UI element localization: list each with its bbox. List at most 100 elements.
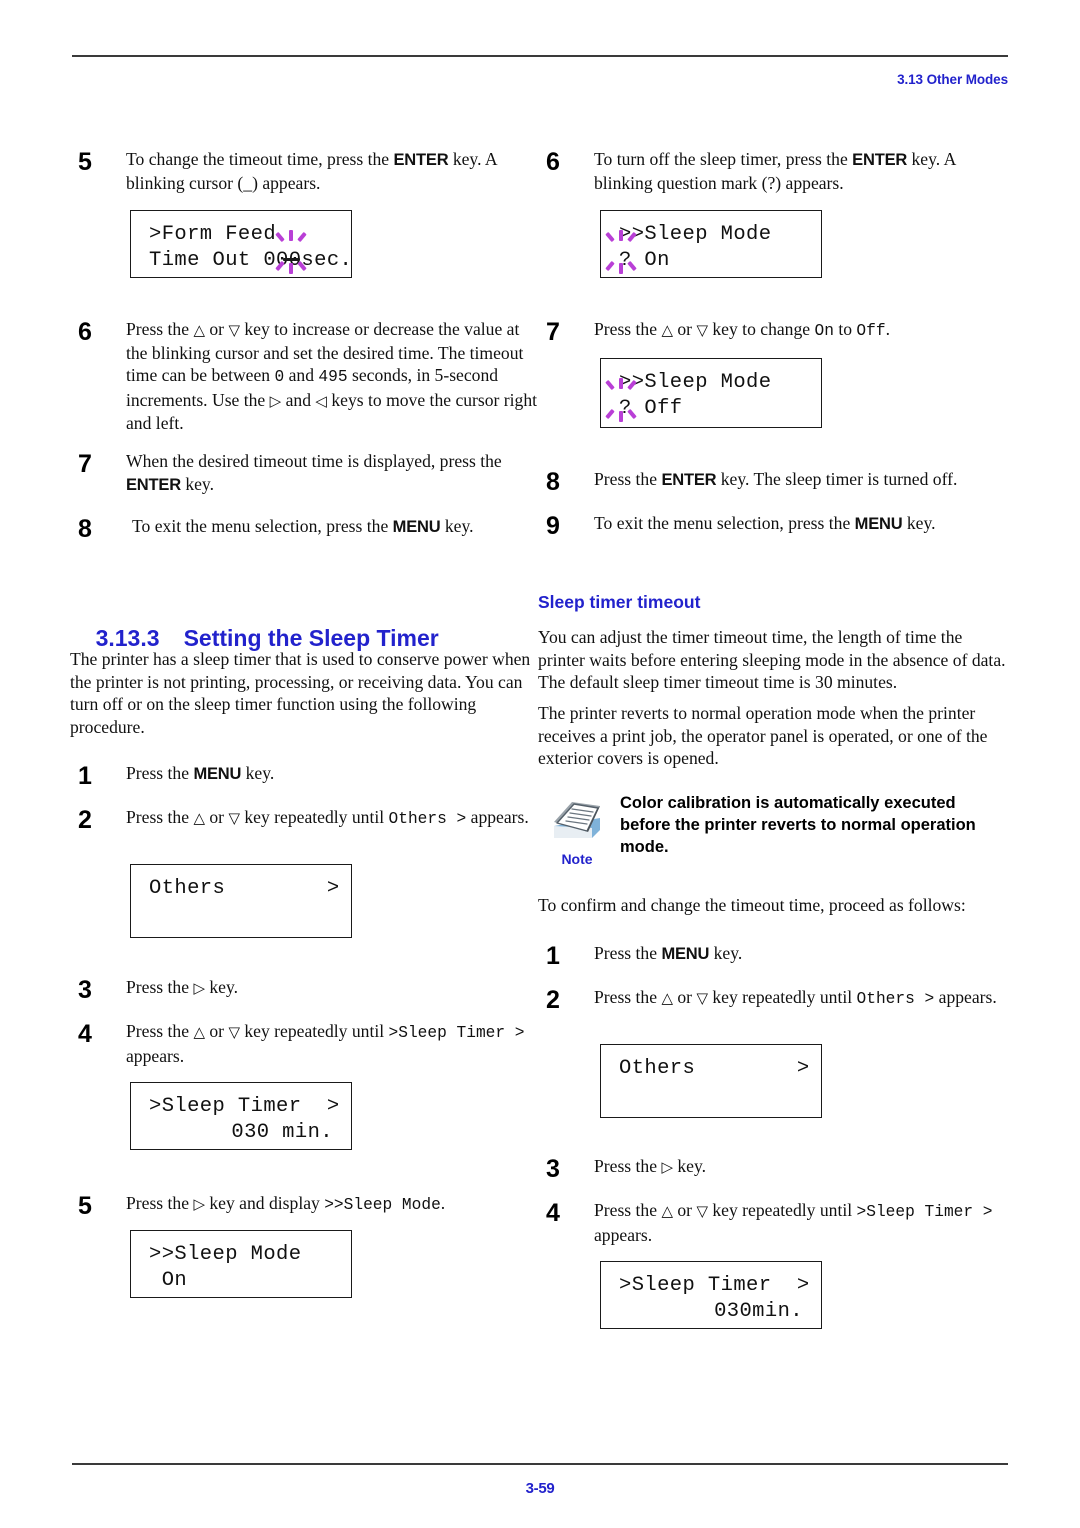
step-text-part: To turn off the sleep timer, press the xyxy=(594,149,853,169)
triangle-up-icon: △ xyxy=(661,989,673,1007)
triangle-down-icon: ▽ xyxy=(696,321,708,339)
step-text-part: Press the xyxy=(594,987,662,1007)
step-r-p1: 1 Press the MENU key. xyxy=(538,942,1008,969)
step-text-part: or xyxy=(672,987,697,1007)
step-text-part: To exit the menu selection, press the xyxy=(594,513,855,533)
page-number: 3-59 xyxy=(525,1480,555,1497)
step-text-part: Press the xyxy=(126,807,194,827)
step-r7: 7 Press the △ or ▽ key to change On to O… xyxy=(538,318,1008,345)
key-label-enter: ENTER xyxy=(393,151,449,169)
step-text-part: and xyxy=(284,365,319,385)
step-number: 3 xyxy=(546,1155,560,1183)
step-number: 7 xyxy=(78,450,92,478)
step-text-part: . xyxy=(440,1193,446,1213)
lcd-line-2: 030min. xyxy=(601,1299,821,1325)
step-l-p4: 4 Press the △ or ▽ key repeatedly until … xyxy=(70,1020,540,1067)
step-text: Press the ▷ key. xyxy=(126,976,540,1000)
step-text-part: Press the xyxy=(126,319,194,339)
step-text-part: key. xyxy=(241,763,275,783)
step-text: Press the △ or ▽ key repeatedly until Ot… xyxy=(126,806,540,831)
step-text-part: appears. xyxy=(126,1045,185,1066)
lcd-line-2: On xyxy=(149,1269,188,1292)
lcd-display-sleep-timer-right: >Sleep Timer > 030min. xyxy=(600,1261,822,1329)
menu-token: >Sleep Timer > xyxy=(856,1203,993,1221)
key-label-menu: MENU xyxy=(661,945,710,963)
step-r8: 8 Press the ENTER key. The sleep timer i… xyxy=(538,468,1008,496)
step-number: 8 xyxy=(546,468,560,496)
intro-paragraph: The printer has a sleep timer that is us… xyxy=(70,649,531,737)
step-text: Press the △ or ▽ key repeatedly until Ot… xyxy=(594,986,1008,1011)
triangle-right-icon: ▷ xyxy=(269,391,282,410)
lcd-line-1: >Sleep Timer > xyxy=(619,1274,810,1297)
step-text-part: Press the xyxy=(594,319,662,339)
triangle-down-icon: ▽ xyxy=(228,809,240,827)
note-label: Note xyxy=(561,851,593,867)
triangle-left-icon: ◁ xyxy=(315,391,327,410)
lcd-line-2: ? Off xyxy=(619,397,683,420)
lcd-line-2-value: 030min. xyxy=(714,1300,803,1323)
step-text-part: key. xyxy=(204,977,239,997)
triangle-up-icon: △ xyxy=(193,321,205,339)
step-text-part: key. The sleep timer is turned off. xyxy=(716,469,958,489)
header-rule xyxy=(72,55,1008,57)
step-l6: 6 Press the △ or ▽ key to increase or de… xyxy=(70,318,540,435)
step-l-p1: 1 Press the MENU key. xyxy=(70,762,540,789)
lcd-line-2-value: 030 min. xyxy=(231,1121,333,1144)
step-text-part: . xyxy=(885,319,890,339)
step-text-part: Press the xyxy=(126,1193,194,1213)
step-text: To change the timeout time, press the EN… xyxy=(126,148,540,194)
step-text-part: and xyxy=(281,389,316,410)
triangle-down-icon: ▽ xyxy=(228,321,240,339)
value-min: 0 xyxy=(274,368,285,386)
step-text-part: Press the xyxy=(594,1200,662,1220)
triangle-up-icon: △ xyxy=(193,1023,205,1041)
step-number: 4 xyxy=(78,1020,92,1048)
step-text-part: key repeatedly until xyxy=(707,1200,857,1220)
lcd-line-1: >Form Feed xyxy=(149,223,277,246)
step-text-part: key repeatedly until xyxy=(239,1021,389,1041)
step-text-part: key repeatedly until xyxy=(707,987,857,1007)
triangle-right-icon: ▷ xyxy=(661,1158,673,1176)
step-text-part: or xyxy=(672,1200,697,1220)
note-callout: Note Color calibration is automatically … xyxy=(538,792,1008,867)
step-text-part: Press the xyxy=(594,1156,662,1176)
triangle-down-icon: ▽ xyxy=(696,1202,708,1220)
step-r9: 9 To exit the menu selection, press the … xyxy=(538,512,1008,539)
step-l-p3: 3 Press the ▷ key. xyxy=(70,976,540,1004)
lcd-line-2: 030 min. xyxy=(131,1120,351,1146)
step-text-part: or xyxy=(204,807,229,827)
step-text-part: To exit the menu selection, press the xyxy=(132,516,393,536)
paragraph-timeout-desc: You can adjust the timer timeout time, t… xyxy=(538,627,1006,692)
step-l-p2: 2 Press the △ or ▽ key repeatedly until … xyxy=(70,806,540,833)
step-text: Press the △ or ▽ key to change On to Off… xyxy=(594,318,1008,343)
lcd-display-sleep-mode-on-left: >>Sleep Mode On xyxy=(130,1230,352,1298)
triangle-right-icon: ▷ xyxy=(193,979,205,997)
step-text-part: to xyxy=(833,319,857,339)
menu-token: Others > xyxy=(856,990,935,1008)
step-text-part: or xyxy=(204,319,229,339)
key-label-menu: MENU xyxy=(854,515,903,533)
step-number: 3 xyxy=(78,976,92,1004)
lcd-display-form-feed: >Form Feed Time Out 000sec. xyxy=(130,210,352,278)
step-text-part: key. xyxy=(709,943,743,963)
triangle-up-icon: △ xyxy=(661,321,673,339)
step-text: Press the ▷ key and display >>Sleep Mode… xyxy=(126,1192,540,1217)
step-r6: 6 To turn off the sleep timer, press the… xyxy=(538,148,1008,194)
step-text-part: appears. xyxy=(934,987,997,1007)
step-text-part: To change the timeout time, press the xyxy=(126,149,394,169)
step-text: Press the △ or ▽ key repeatedly until >S… xyxy=(126,1020,540,1067)
value-max: 495 xyxy=(318,368,348,386)
triangle-down-icon: ▽ xyxy=(228,1023,240,1041)
step-text: Press the ▷ key. xyxy=(594,1155,1008,1179)
step-text-part: appears. xyxy=(466,807,529,827)
step-text: To exit the menu selection, press the ME… xyxy=(594,512,1008,536)
lcd-line-2: Time Out 000sec. xyxy=(149,249,353,272)
step-r-p3: 3 Press the ▷ key. xyxy=(538,1155,1008,1183)
lcd-display-sleep-mode-on-right: >>Sleep Mode ? On xyxy=(600,210,822,278)
step-number: 6 xyxy=(546,148,560,176)
step-text-part: Press the xyxy=(126,977,194,997)
menu-token: >>Sleep Mode xyxy=(324,1196,441,1214)
step-text: Press the △ or ▽ key repeatedly until >S… xyxy=(594,1199,1008,1246)
key-label-menu: MENU xyxy=(193,765,242,783)
step-number: 5 xyxy=(78,148,92,176)
